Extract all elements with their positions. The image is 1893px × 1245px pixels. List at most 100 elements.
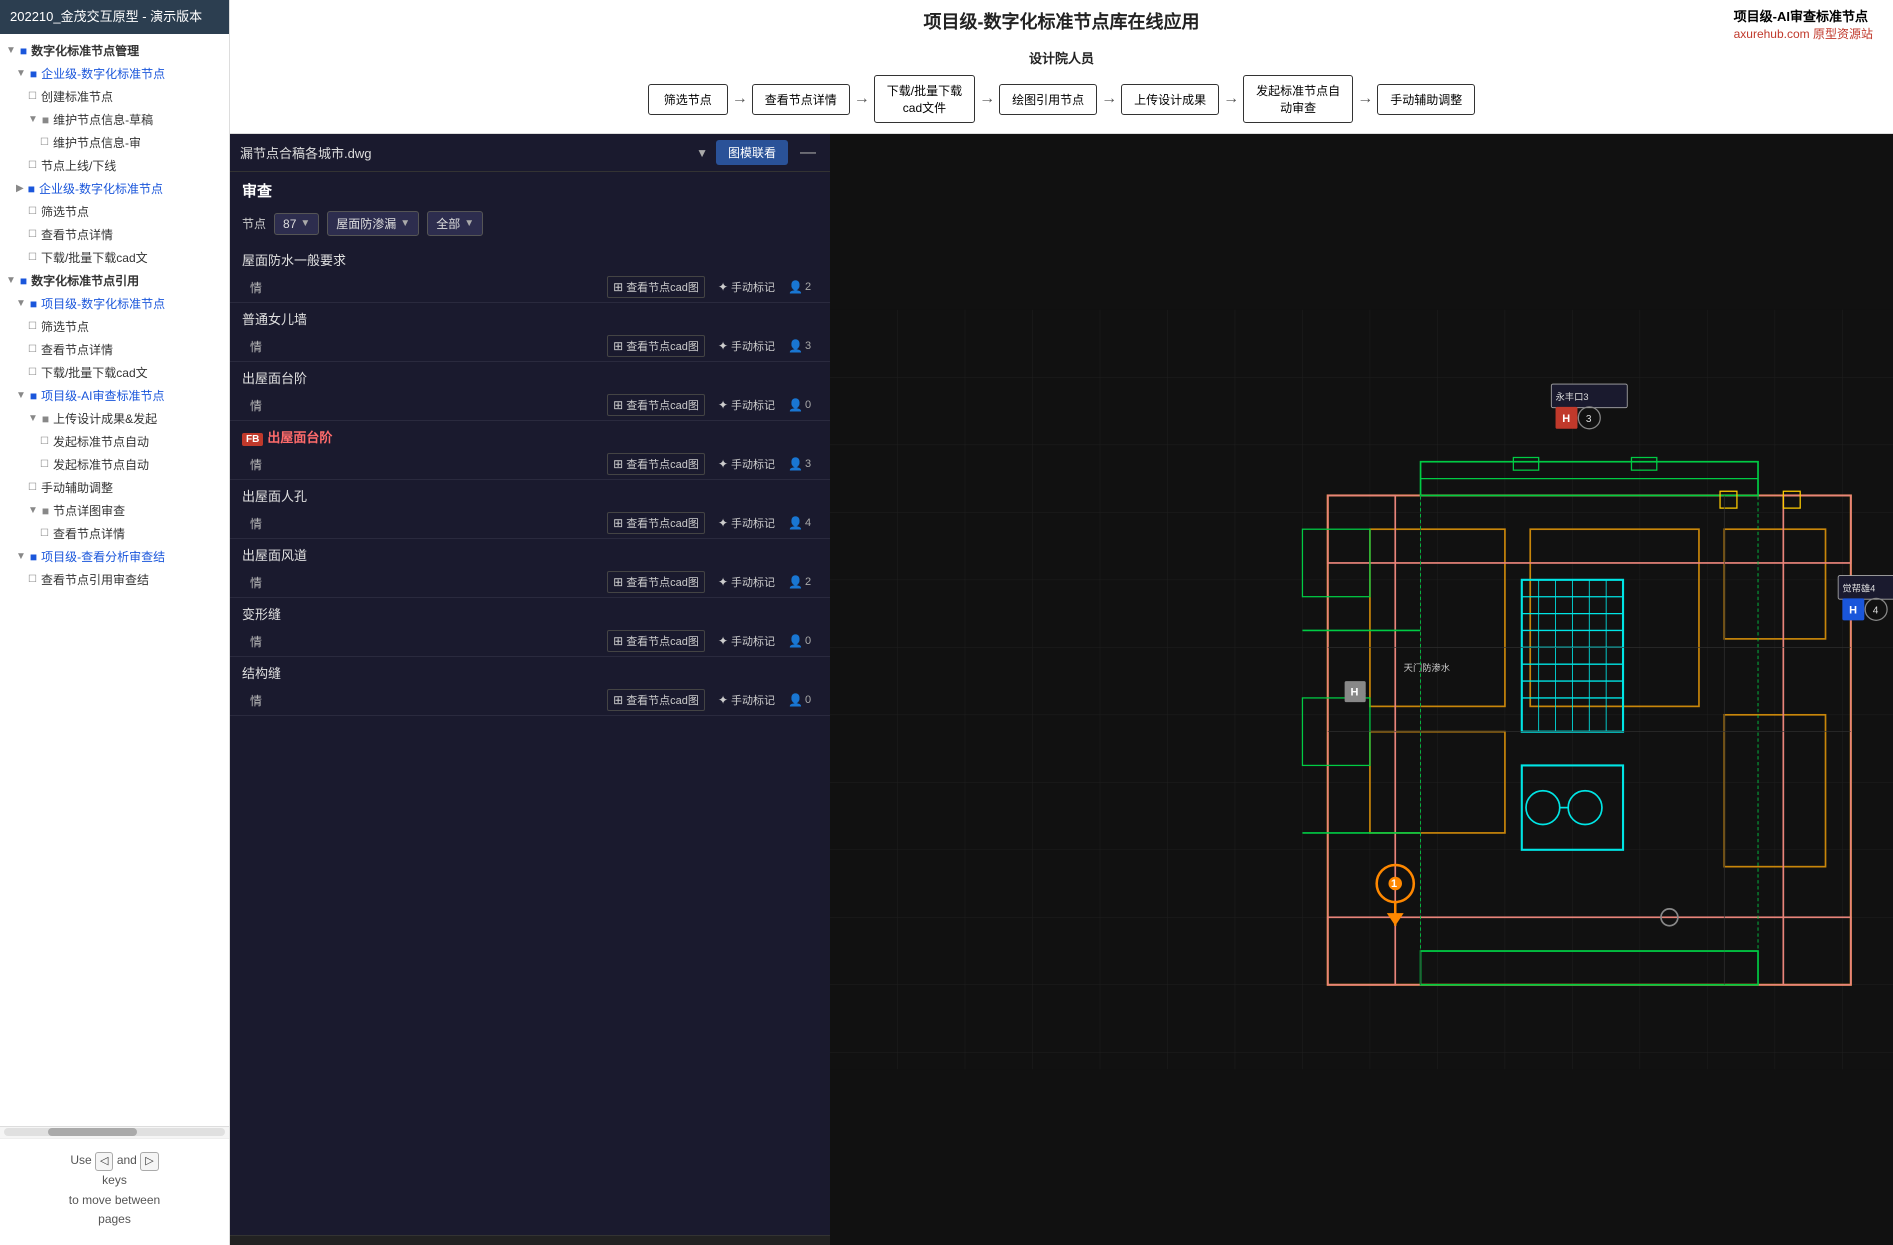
manual-mark-button[interactable]: ✦ 手动标记 xyxy=(713,513,780,533)
view-cad-button[interactable]: ⊞ 查看节点cad图 xyxy=(607,453,705,475)
node-row-1-0[interactable]: 情 ⊞ 查看节点cad图 ✦ 手动标记 👤 3 xyxy=(230,331,830,362)
tree-item-16[interactable]: ▼■上传设计成果&发起 xyxy=(0,407,229,430)
view-cad-button[interactable]: ⊞ 查看节点cad图 xyxy=(607,394,705,416)
node-count: 👤 4 xyxy=(788,516,818,530)
tree-item-0[interactable]: ▼■数字化标准节点管理 xyxy=(0,39,229,62)
svg-text:3: 3 xyxy=(1586,414,1592,425)
node-row-0-0[interactable]: 情 ⊞ 查看节点cad图 ✦ 手动标记 👤 2 xyxy=(230,272,830,303)
node-count: 👤 0 xyxy=(788,398,818,412)
manual-mark-button[interactable]: ✦ 手动标记 xyxy=(713,336,780,356)
tree-item-10[interactable]: ▼■数字化标准节点引用 xyxy=(0,269,229,292)
manual-mark-button[interactable]: ✦ 手动标记 xyxy=(713,277,780,297)
mark-label: 手动标记 xyxy=(731,338,775,354)
panel-close-button[interactable]: — xyxy=(796,144,820,162)
flow-step-4[interactable]: 绘图引用节点 xyxy=(999,84,1097,115)
person-icon: 👤 xyxy=(788,339,803,353)
flow-step-3[interactable]: 下载/批量下载cad文件 xyxy=(874,75,975,123)
tree-item-15[interactable]: ▼■项目级-AI审查标准节点 xyxy=(0,384,229,407)
dwg-filename: 漏节点合稿各城市.dwg xyxy=(240,143,688,162)
flow-step-6[interactable]: 发起标准节点自动审查 xyxy=(1243,75,1353,123)
tree-item-17[interactable]: ☐发起标准节点自动 xyxy=(0,430,229,453)
nav-right-key[interactable]: ▷ xyxy=(140,1152,158,1172)
horizontal-scrollbar[interactable] xyxy=(230,1235,830,1245)
node-panel: 漏节点合稿各城市.dwg ▼ 图模联看 — 审查 节点 87 ▼ 屋面防渗漏 ▼… xyxy=(230,134,830,1245)
manual-mark-button[interactable]: ✦ 手动标记 xyxy=(713,395,780,415)
tree-item-2[interactable]: ☐创建标准节点 xyxy=(0,85,229,108)
flow-step-7[interactable]: 手动辅助调整 xyxy=(1377,84,1475,115)
view-cad-button[interactable]: ⊞ 查看节点cad图 xyxy=(607,630,705,652)
manual-mark-button[interactable]: ✦ 手动标记 xyxy=(713,631,780,651)
tree-item-18[interactable]: ☐发起标准节点自动 xyxy=(0,453,229,476)
tree-item-11[interactable]: ▼■项目级-数字化标准节点 xyxy=(0,292,229,315)
view-cad-button[interactable]: ⊞ 查看节点cad图 xyxy=(607,689,705,711)
tree-item-14[interactable]: ☐下载/批量下载cad文 xyxy=(0,361,229,384)
cad-label: 查看节点cad图 xyxy=(626,338,699,354)
node-count: 👤 0 xyxy=(788,634,818,648)
flow-step-1[interactable]: 筛选节点 xyxy=(648,84,728,115)
tree-item-1[interactable]: ▼■企业级-数字化标准节点 xyxy=(0,62,229,85)
tree-item-23[interactable]: ☐查看节点引用审查结 xyxy=(0,568,229,591)
filter-status-dropdown[interactable]: 全部 ▼ xyxy=(427,211,483,236)
folder-icon: ■ xyxy=(28,182,35,196)
person-icon: 👤 xyxy=(788,280,803,294)
tree-item-21[interactable]: ☐查看节点详情 xyxy=(0,522,229,545)
cad-label: 查看节点cad图 xyxy=(626,456,699,472)
node-row-2-0[interactable]: 情 ⊞ 查看节点cad图 ✦ 手动标记 👤 0 xyxy=(230,390,830,421)
cad-drawing: 1 永丰口3 H 3 觉帮雄4 H 4 天门防渗水 1 xyxy=(830,134,1893,1245)
file-icon: ☐ xyxy=(28,160,37,171)
sidebar-tree[interactable]: ▼■数字化标准节点管理▼■企业级-数字化标准节点☐创建标准节点▼■维护节点信息-… xyxy=(0,34,229,1126)
tree-item-6[interactable]: ▶■企业级-数字化标准节点 xyxy=(0,177,229,200)
tree-label: 下载/批量下载cad文 xyxy=(41,249,148,266)
chevron-icon: ▶ xyxy=(16,183,24,194)
tree-item-5[interactable]: ☐节点上线/下线 xyxy=(0,154,229,177)
tree-item-3[interactable]: ▼■维护节点信息-草稿 xyxy=(0,108,229,131)
manual-mark-button[interactable]: ✦ 手动标记 xyxy=(713,690,780,710)
filter-type-arrow: ▼ xyxy=(400,218,410,229)
svg-text:4: 4 xyxy=(1873,606,1879,617)
node-panel-title: 审查 xyxy=(230,172,830,207)
cad-label: 查看节点cad图 xyxy=(626,692,699,708)
count-value: 0 xyxy=(805,635,811,647)
filter-type-dropdown[interactable]: 屋面防渗漏 ▼ xyxy=(327,211,419,236)
nav-left-key[interactable]: ◁ xyxy=(95,1152,113,1172)
node-row-6-0[interactable]: 情 ⊞ 查看节点cad图 ✦ 手动标记 👤 0 xyxy=(230,626,830,657)
tree-item-8[interactable]: ☐查看节点详情 xyxy=(0,223,229,246)
sidebar-scrollbar[interactable] xyxy=(0,1126,229,1138)
mark-label: 手动标记 xyxy=(731,279,775,295)
view-cad-button[interactable]: ⊞ 查看节点cad图 xyxy=(607,335,705,357)
tree-item-19[interactable]: ☐手动辅助调整 xyxy=(0,476,229,499)
filter-count-dropdown[interactable]: 87 ▼ xyxy=(274,213,319,235)
tree-item-4[interactable]: ☐维护节点信息-审 xyxy=(0,131,229,154)
view-cad-button[interactable]: ⊞ 查看节点cad图 xyxy=(607,276,705,298)
tree-item-12[interactable]: ☐筛选节点 xyxy=(0,315,229,338)
tree-item-9[interactable]: ☐下载/批量下载cad文 xyxy=(0,246,229,269)
mark-label: 手动标记 xyxy=(731,633,775,649)
cad-canvas[interactable]: 1 永丰口3 H 3 觉帮雄4 H 4 天门防渗水 1 xyxy=(830,134,1893,1245)
toggle-view-button[interactable]: 图模联看 xyxy=(716,140,788,165)
mark-icon: ✦ xyxy=(718,457,728,471)
manual-mark-button[interactable]: ✦ 手动标记 xyxy=(713,572,780,592)
view-cad-button[interactable]: ⊞ 查看节点cad图 xyxy=(607,571,705,593)
tree-item-7[interactable]: ☐筛选节点 xyxy=(0,200,229,223)
node-row-3-0[interactable]: 情 ⊞ 查看节点cad图 ✦ 手动标记 👤 3 xyxy=(230,449,830,480)
tree-item-22[interactable]: ▼■项目级-查看分析审查结 xyxy=(0,545,229,568)
node-row-7-0[interactable]: 情 ⊞ 查看节点cad图 ✦ 手动标记 👤 0 xyxy=(230,685,830,716)
tree-item-20[interactable]: ▼■节点详图审查 xyxy=(0,499,229,522)
node-section-7: 结构缝 xyxy=(230,657,830,685)
filter-type-value: 屋面防渗漏 xyxy=(336,215,396,232)
count-value: 0 xyxy=(805,694,811,706)
manual-mark-button[interactable]: ✦ 手动标记 xyxy=(713,454,780,474)
person-icon: 👤 xyxy=(788,634,803,648)
node-panel-topbar: 漏节点合稿各城市.dwg ▼ 图模联看 — xyxy=(230,134,830,172)
count-value: 2 xyxy=(805,281,811,293)
sidebar-header: 202210_金茂交互原型 - 演示版本 xyxy=(0,0,229,34)
node-row-5-0[interactable]: 情 ⊞ 查看节点cad图 ✦ 手动标记 👤 2 xyxy=(230,567,830,598)
tree-item-13[interactable]: ☐查看节点详情 xyxy=(0,338,229,361)
person-icon: 👤 xyxy=(788,516,803,530)
node-row-4-0[interactable]: 情 ⊞ 查看节点cad图 ✦ 手动标记 👤 4 xyxy=(230,508,830,539)
dwg-dropdown-arrow[interactable]: ▼ xyxy=(696,146,708,160)
view-cad-button[interactable]: ⊞ 查看节点cad图 xyxy=(607,512,705,534)
flow-step-2[interactable]: 查看节点详情 xyxy=(752,84,850,115)
flow-step-5[interactable]: 上传设计成果 xyxy=(1121,84,1219,115)
node-list[interactable]: 屋面防水一般要求 情 ⊞ 查看节点cad图 ✦ 手动标记 👤 2 普通女儿墙 情… xyxy=(230,244,830,1235)
